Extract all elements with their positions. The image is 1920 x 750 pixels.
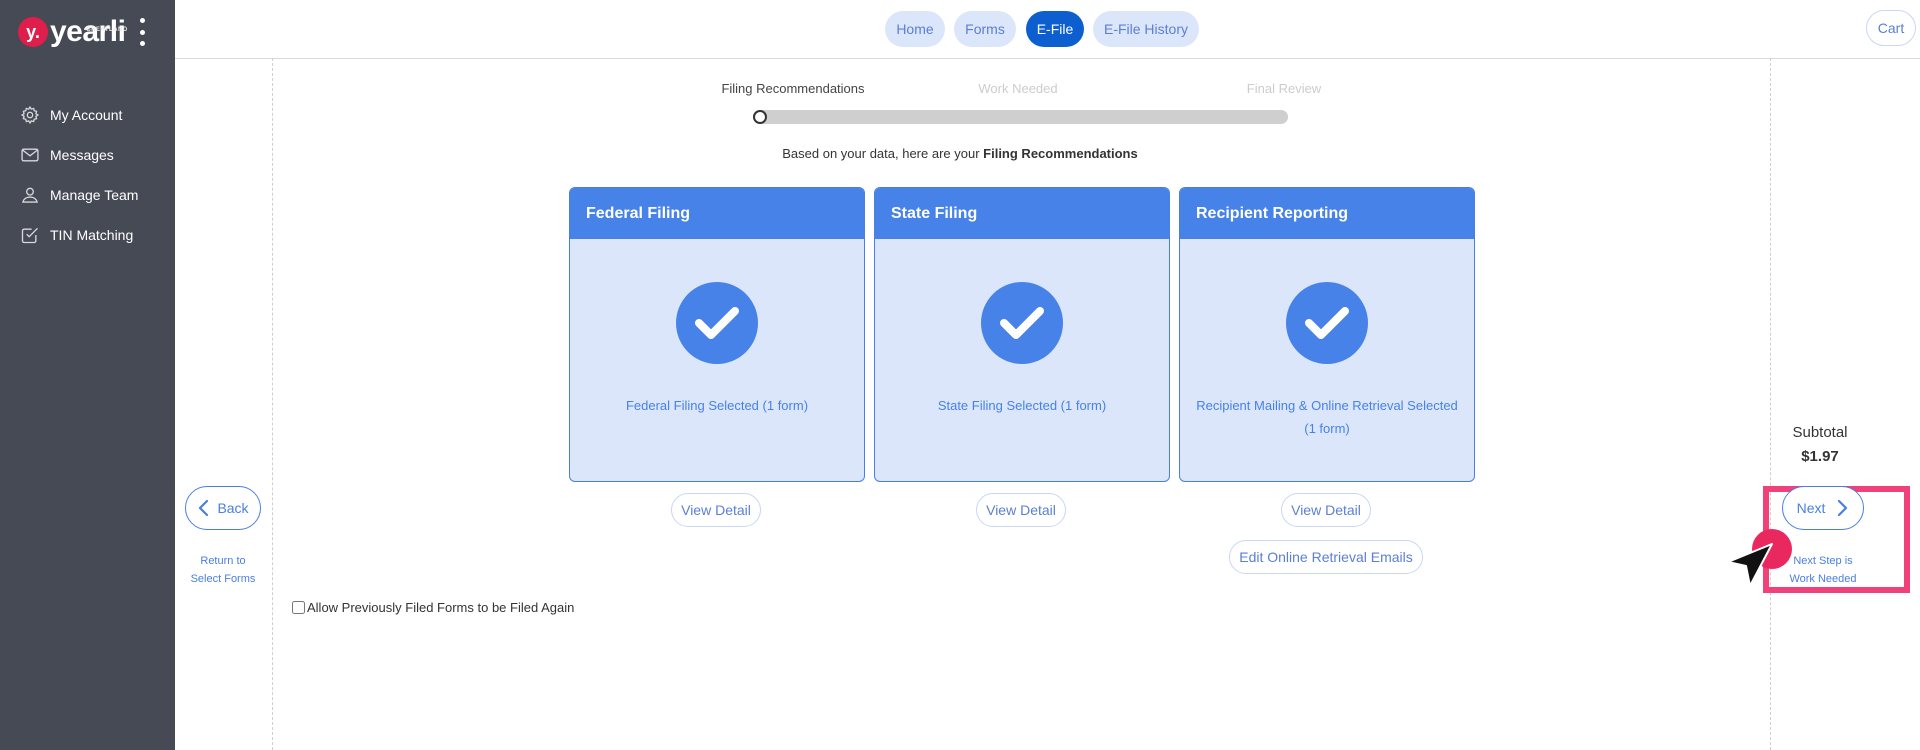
sidebar-item-label: My Account <box>50 107 123 123</box>
next-hint[interactable]: Next Step is Work Needed <box>1778 552 1868 588</box>
step-work-needed: Work Needed <box>978 81 1058 96</box>
step-progress-bar <box>753 110 1288 124</box>
card-title: State Filing <box>875 188 1169 239</box>
tab-forms[interactable]: Forms <box>954 11 1016 47</box>
yearli-logo[interactable]: y. GREATLAND yearli <box>18 15 128 49</box>
federal-filing-card: Federal Filing Federal Filing Selected (… <box>569 187 865 482</box>
logo-text: GREATLAND yearli <box>50 17 128 47</box>
card-title: Federal Filing <box>570 188 864 239</box>
recipient-view-detail-button[interactable]: View Detail <box>1281 493 1371 527</box>
sidebar-item-label: Manage Team <box>50 187 139 203</box>
state-view-detail-button[interactable]: View Detail <box>976 493 1066 527</box>
content-left-divider <box>272 58 273 750</box>
intro-text: Based on your data, here are your Filing… <box>782 146 1138 161</box>
federal-view-detail-button[interactable]: View Detail <box>671 493 761 527</box>
subtotal-label: Subtotal <box>1792 424 1848 441</box>
logo-mark: y. <box>18 17 48 47</box>
back-button[interactable]: Back <box>185 486 261 530</box>
state-filing-card: State Filing State Filing Selected (1 fo… <box>874 187 1170 482</box>
next-label: Next <box>1796 500 1826 516</box>
sidebar-item-tin-matching[interactable]: TIN Matching <box>0 215 175 255</box>
check-square-icon <box>21 227 38 244</box>
checkmark-icon <box>1286 282 1368 364</box>
recipient-reporting-card: Recipient Reporting Recipient Mailing & … <box>1179 187 1475 482</box>
tab-home[interactable]: Home <box>885 11 945 47</box>
sidebar: y. GREATLAND yearli My Account Messages … <box>0 0 175 750</box>
card-status: State Filing Selected (1 form) <box>937 398 1107 413</box>
edit-online-retrieval-emails-button[interactable]: Edit Online Retrieval Emails <box>1229 540 1423 574</box>
tab-e-file-history[interactable]: E-File History <box>1093 11 1199 47</box>
sidebar-item-my-account[interactable]: My Account <box>0 95 175 135</box>
intro-emphasis: Filing Recommendations <box>983 146 1138 161</box>
card-status: Federal Filing Selected (1 form) <box>625 398 809 413</box>
tab-e-file[interactable]: E-File <box>1026 11 1084 47</box>
checkmark-icon <box>676 282 758 364</box>
chevron-right-icon <box>1838 499 1848 517</box>
allow-refile-checkbox-row[interactable]: Allow Previously Filed Forms to be Filed… <box>292 600 574 615</box>
subtotal-value: $1.97 <box>1801 448 1839 465</box>
card-title: Recipient Reporting <box>1180 188 1474 239</box>
back-label: Back <box>217 500 249 516</box>
checkmark-icon <box>981 282 1063 364</box>
allow-refile-checkbox[interactable] <box>292 601 305 614</box>
card-status: Recipient Mailing & Online Retrieval Sel… <box>1196 398 1458 436</box>
step-final-review: Final Review <box>1246 81 1322 96</box>
logo-subtext: GREATLAND <box>86 27 128 33</box>
next-button[interactable]: Next <box>1782 486 1864 530</box>
kebab-menu-icon[interactable] <box>138 18 146 46</box>
top-nav-bar: Home Forms E-File E-File History Cart <box>175 0 1920 59</box>
sidebar-nav: My Account Messages Manage Team TIN Matc… <box>0 95 175 255</box>
sidebar-item-manage-team[interactable]: Manage Team <box>0 175 175 215</box>
cart-button[interactable]: Cart <box>1866 10 1916 46</box>
allow-refile-label: Allow Previously Filed Forms to be Filed… <box>307 600 575 615</box>
mouse-pointer-icon <box>1727 543 1773 587</box>
user-icon <box>22 187 38 203</box>
progress-indicator <box>753 110 767 124</box>
gear-icon <box>20 105 40 125</box>
content-right-divider <box>1770 58 1771 750</box>
back-hint[interactable]: Return to Select Forms <box>178 552 268 588</box>
sidebar-item-label: TIN Matching <box>50 227 134 243</box>
chevron-left-icon <box>199 499 209 517</box>
step-filing-recommendations: Filing Recommendations <box>721 81 865 96</box>
